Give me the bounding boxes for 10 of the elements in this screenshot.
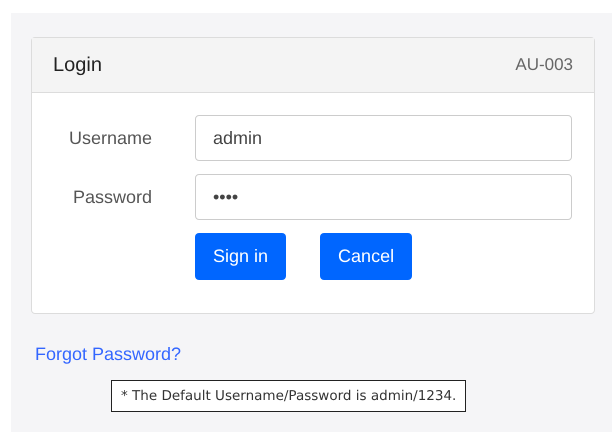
hint-tooltip: * The Default Username/Password is admin/1234. — [111, 380, 466, 412]
field-label: Username — [68, 128, 153, 148]
screen-code: AU-003 — [515, 55, 573, 75]
action-button[interactable]: Cancel — [320, 233, 412, 280]
input-field[interactable]: •••• — [195, 174, 572, 220]
action-button[interactable]: Sign in — [195, 233, 286, 280]
field-label: Password — [72, 186, 153, 208]
input-field[interactable]: admin — [195, 115, 572, 161]
card-title: Login — [53, 54, 102, 76]
forgot-password-link[interactable]: Forgot Password? — [35, 344, 182, 365]
